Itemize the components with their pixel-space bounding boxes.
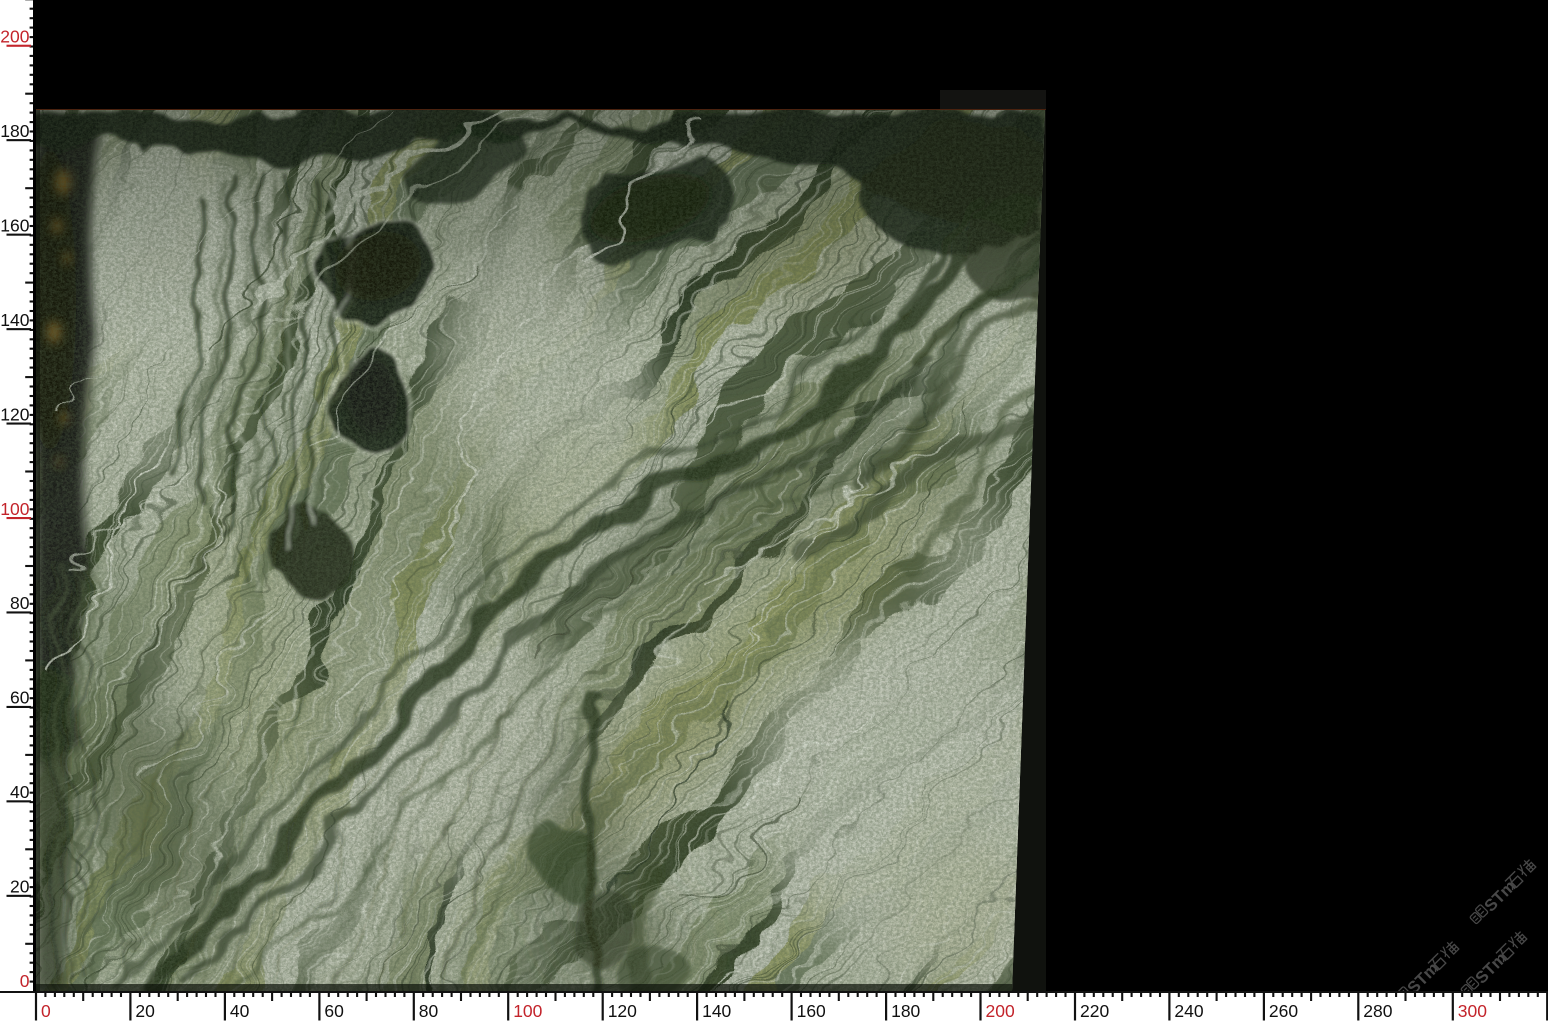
svg-text:60: 60	[10, 688, 30, 708]
svg-text:40: 40	[230, 1001, 250, 1021]
svg-text:100: 100	[513, 1001, 542, 1021]
svg-text:260: 260	[1269, 1001, 1298, 1021]
svg-text:160: 160	[0, 215, 29, 235]
svg-text:160: 160	[797, 1001, 826, 1021]
svg-text:100: 100	[0, 499, 29, 519]
svg-text:0: 0	[41, 1001, 51, 1021]
svg-text:180: 180	[891, 1001, 920, 1021]
svg-text:240: 240	[1174, 1001, 1203, 1021]
svg-text:0: 0	[20, 971, 30, 991]
svg-text:120: 120	[608, 1001, 637, 1021]
svg-text:80: 80	[419, 1001, 439, 1021]
svg-text:220: 220	[1080, 1001, 1109, 1021]
svg-text:140: 140	[0, 310, 29, 330]
svg-text:80: 80	[10, 593, 30, 613]
svg-text:280: 280	[1363, 1001, 1392, 1021]
svg-text:140: 140	[702, 1001, 731, 1021]
svg-text:60: 60	[324, 1001, 344, 1021]
svg-text:20: 20	[135, 1001, 155, 1021]
svg-text:200: 200	[986, 1001, 1015, 1021]
svg-text:300: 300	[1458, 1001, 1487, 1021]
svg-text:180: 180	[0, 121, 29, 141]
svg-text:40: 40	[10, 782, 30, 802]
svg-text:20: 20	[10, 877, 30, 897]
svg-text:120: 120	[0, 404, 29, 424]
svg-text:200: 200	[0, 27, 29, 47]
